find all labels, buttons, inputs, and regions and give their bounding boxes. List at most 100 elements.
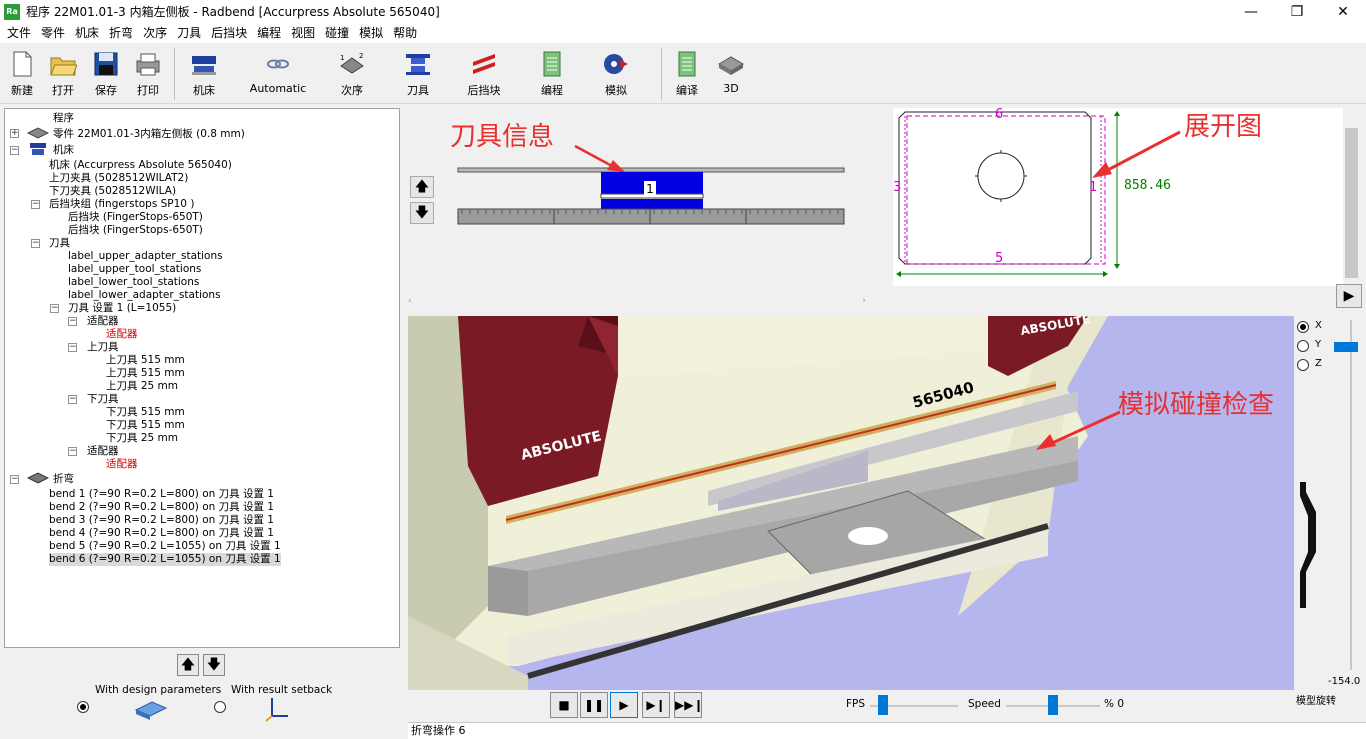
- backgauge-button[interactable]: 后挡块: [466, 50, 502, 102]
- scroll-left-icon[interactable]: ‹: [408, 296, 412, 306]
- menu-simulate[interactable]: 模拟: [354, 23, 388, 43]
- collapse-adapter-icon[interactable]: −: [68, 317, 77, 326]
- tool-down-button[interactable]: 🡇: [410, 202, 434, 224]
- tree-tool-setup[interactable]: 刀具 设置 1 (L=1055): [68, 302, 176, 315]
- menu-view[interactable]: 视图: [286, 23, 320, 43]
- tree-adapter[interactable]: 适配器: [87, 315, 119, 328]
- tree-machine-model[interactable]: 机床 (Accurpress Absolute 565040): [49, 159, 232, 172]
- tree-machine[interactable]: 机床: [53, 144, 74, 157]
- pause-button[interactable]: ❚❚: [580, 692, 608, 718]
- tree-bend-1[interactable]: bend 1 (?=90 R=0.2 L=800) on 刀具 设置 1: [49, 488, 274, 501]
- axis-z-radio[interactable]: [1297, 359, 1309, 371]
- minimize-icon[interactable]: —: [1228, 0, 1274, 23]
- step-forward-button[interactable]: ▶❙: [642, 692, 670, 718]
- tree-backgauge-1[interactable]: 后挡块 (FingerStops-650T): [68, 211, 203, 224]
- menu-help[interactable]: 帮助: [388, 23, 422, 43]
- simulate-button[interactable]: 模拟: [600, 50, 632, 102]
- close-icon[interactable]: ✕: [1320, 0, 1366, 23]
- tree-root[interactable]: 程序: [53, 112, 74, 125]
- move-down-button[interactable]: 🡇: [203, 654, 225, 676]
- stop-button[interactable]: ■: [550, 692, 578, 718]
- axis-x-radio[interactable]: [1297, 321, 1309, 333]
- menu-file[interactable]: 文件: [2, 23, 36, 43]
- speed-slider-thumb[interactable]: [1048, 695, 1058, 715]
- unfold-view[interactable]: 6 5 3 1 858.46: [893, 107, 1343, 286]
- menu-sequence[interactable]: 次序: [138, 23, 172, 43]
- tool-scrollbar[interactable]: ‹ ›: [408, 296, 868, 308]
- tree-adapter-2[interactable]: 适配器: [87, 445, 119, 458]
- result-setback-radio[interactable]: [214, 701, 226, 713]
- tree-bend-3[interactable]: bend 3 (?=90 R=0.2 L=800) on 刀具 设置 1: [49, 514, 274, 527]
- tree-upper-tool-2[interactable]: 上刀具 515 mm: [106, 367, 185, 380]
- rotation-slider-thumb[interactable]: [1334, 342, 1358, 352]
- tool-up-button[interactable]: 🡅: [410, 176, 434, 198]
- fps-slider-thumb[interactable]: [878, 695, 889, 715]
- toolbar: 新建 打开 保存 打印 机床 ▼ Automatic ▼ 12 次序 ▼ 刀具 …: [0, 44, 1366, 125]
- tree-upper-tool-1[interactable]: 上刀具 515 mm: [106, 354, 185, 367]
- move-up-button[interactable]: 🡅: [177, 654, 199, 676]
- tree-label-lower-adapter[interactable]: label_lower_adapter_stations: [68, 289, 221, 302]
- unfold-play-button[interactable]: ▶: [1336, 284, 1362, 308]
- play-button[interactable]: ▶: [610, 692, 638, 718]
- unfold-vertical-scrollbar[interactable]: [1343, 108, 1360, 284]
- collapse-tool-setup-icon[interactable]: −: [50, 304, 59, 313]
- unfold-horizontal-scrollbar[interactable]: [893, 287, 1343, 303]
- tree-adapter-2-item[interactable]: 适配器: [106, 458, 138, 471]
- menu-program[interactable]: 编程: [252, 23, 286, 43]
- menu-bend[interactable]: 折弯: [104, 23, 138, 43]
- unfold-vscroll-thumb[interactable]: [1345, 128, 1358, 278]
- tree-upper-tool-3[interactable]: 上刀具 25 mm: [106, 380, 178, 393]
- menu-collision[interactable]: 碰撞: [320, 23, 354, 43]
- tree-lower-tool-2[interactable]: 下刀具 515 mm: [106, 419, 185, 432]
- 3d-simulation-view[interactable]: 565040 ABSOLUTE ABSOLUTE: [408, 316, 1294, 690]
- tree-bend-5[interactable]: bend 5 (?=90 R=0.2 L=1055) on 刀具 设置 1: [49, 540, 281, 553]
- sequence-button[interactable]: 12 次序: [336, 50, 368, 102]
- tree-lower-clamp[interactable]: 下刀夹具 (5028512WILA): [49, 185, 176, 198]
- new-button[interactable]: 新建: [8, 50, 36, 102]
- collapse-lower-tools-icon[interactable]: −: [68, 395, 77, 404]
- menu-tools[interactable]: 刀具: [172, 23, 206, 43]
- menu-backgauge[interactable]: 后挡块: [206, 23, 252, 43]
- tree-part[interactable]: 零件 22M01.01-3内箱左侧板 (0.8 mm): [53, 128, 245, 141]
- tree-upper-tools[interactable]: 上刀具: [87, 341, 119, 354]
- open-button[interactable]: 打开: [46, 50, 80, 102]
- collapse-tools-icon[interactable]: −: [31, 239, 40, 248]
- tree-lower-tools[interactable]: 下刀具: [87, 393, 119, 406]
- compile-button[interactable]: 编译: [672, 50, 702, 102]
- menu-machine[interactable]: 机床: [70, 23, 104, 43]
- tree-label-upper-tool[interactable]: label_upper_tool_stations: [68, 263, 201, 276]
- tree-backgauge-2[interactable]: 后挡块 (FingerStops-650T): [68, 224, 203, 237]
- program-button[interactable]: 编程: [536, 50, 568, 102]
- save-button[interactable]: 保存: [92, 50, 120, 102]
- tree-bg-group[interactable]: 后挡块组 (fingerstops SP10 ): [49, 198, 194, 211]
- tree-adapter-item[interactable]: 适配器: [106, 328, 138, 341]
- tree-bends[interactable]: 折弯: [53, 473, 74, 486]
- tree-label-lower-tool[interactable]: label_lower_tool_stations: [68, 276, 199, 289]
- restore-icon[interactable]: ❐: [1274, 0, 1320, 23]
- machine-button[interactable]: 机床: [186, 50, 222, 102]
- tree-label-upper-adapter[interactable]: label_upper_adapter_stations: [68, 250, 223, 263]
- tree-bend-6[interactable]: bend 6 (?=90 R=0.2 L=1055) on 刀具 设置 1: [49, 553, 281, 566]
- collapse-machine-icon[interactable]: −: [10, 146, 19, 155]
- scroll-right-icon[interactable]: ›: [862, 296, 866, 306]
- tree-tools[interactable]: 刀具: [49, 237, 70, 250]
- collapse-bends-icon[interactable]: −: [10, 475, 19, 484]
- view3d-button[interactable]: 3D: [712, 50, 750, 102]
- collapse-upper-tools-icon[interactable]: −: [68, 343, 77, 352]
- expand-part-icon[interactable]: +: [10, 129, 19, 138]
- tree-bend-2[interactable]: bend 2 (?=90 R=0.2 L=800) on 刀具 设置 1: [49, 501, 274, 514]
- collapse-adapter2-icon[interactable]: −: [68, 447, 77, 456]
- design-params-radio[interactable]: [77, 701, 89, 713]
- automatic-button[interactable]: Automatic: [250, 50, 306, 102]
- print-button[interactable]: 打印: [132, 50, 164, 102]
- tree-lower-tool-1[interactable]: 下刀具 515 mm: [106, 406, 185, 419]
- fast-forward-button[interactable]: ▶▶❙: [674, 692, 704, 718]
- tree-bend-4[interactable]: bend 4 (?=90 R=0.2 L=800) on 刀具 设置 1: [49, 527, 274, 540]
- collapse-bg-group-icon[interactable]: −: [31, 200, 40, 209]
- tree-lower-tool-3[interactable]: 下刀具 25 mm: [106, 432, 178, 445]
- tools-button[interactable]: 刀具: [402, 50, 434, 102]
- rotation-slider-track[interactable]: [1350, 320, 1352, 670]
- menu-part[interactable]: 零件: [36, 23, 70, 43]
- tree-upper-clamp[interactable]: 上刀夹具 (5028512WILAT2): [49, 172, 188, 185]
- axis-y-radio[interactable]: [1297, 340, 1309, 352]
